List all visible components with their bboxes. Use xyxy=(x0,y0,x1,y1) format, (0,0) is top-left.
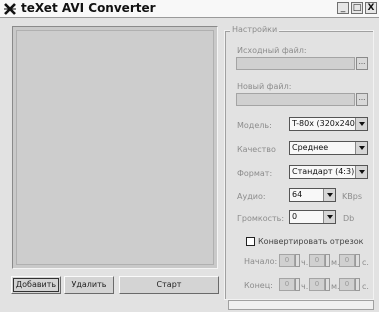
end-minutes-field[interactable]: 0 xyxy=(309,278,325,291)
segment-checkbox[interactable] xyxy=(246,237,255,246)
quality-select[interactable]: Среднее xyxy=(289,141,368,155)
file-list-panel[interactable] xyxy=(12,26,218,269)
audio-unit: KBps xyxy=(342,192,362,201)
delete-button[interactable]: Удалить xyxy=(64,276,114,294)
close-button[interactable]: X xyxy=(365,2,377,14)
source-browse-button[interactable]: ... xyxy=(356,57,368,70)
format-select-value: Стандарт (4:3) xyxy=(292,167,355,176)
end-hours-unit: ч. xyxy=(301,282,309,291)
add-button[interactable]: Добавить xyxy=(11,276,61,294)
new-file-label: Новый файл: xyxy=(237,82,292,91)
segment-end-label: Конец: xyxy=(244,281,273,290)
end-minutes-spinner[interactable] xyxy=(325,278,330,291)
chevron-down-icon[interactable] xyxy=(355,166,367,178)
new-file-field[interactable] xyxy=(236,93,355,106)
start-minutes-field[interactable]: 0 xyxy=(309,254,325,267)
start-seconds-spinner[interactable] xyxy=(355,254,360,267)
start-hours-unit: ч. xyxy=(301,258,309,267)
format-label: Формат: xyxy=(237,169,273,178)
start-hours-field[interactable]: 0 xyxy=(279,254,295,267)
audio-select-value: 64 xyxy=(292,190,303,199)
audio-select[interactable]: 64 xyxy=(289,188,336,202)
model-label: Модель: xyxy=(237,121,272,130)
settings-group-title: Настройки xyxy=(230,25,280,34)
window-title: teXet AVI Converter xyxy=(21,1,156,15)
end-seconds-spinner[interactable] xyxy=(355,278,360,291)
audio-label: Аудио: xyxy=(237,192,266,201)
format-select[interactable]: Стандарт (4:3) xyxy=(289,165,368,179)
progress-bar xyxy=(228,300,374,310)
start-minutes-spinner[interactable] xyxy=(325,254,330,267)
source-file-label: Исходный файл: xyxy=(237,46,307,55)
start-seconds-unit: с. xyxy=(362,258,369,267)
start-button[interactable]: Старт xyxy=(119,276,219,294)
minimize-button[interactable]: _ xyxy=(337,2,349,14)
start-hours-spinner[interactable] xyxy=(295,254,300,267)
app-logo-icon xyxy=(4,3,16,15)
start-seconds-field[interactable]: 0 xyxy=(339,254,355,267)
model-select-value: T-80x (320x240) xyxy=(292,119,359,128)
end-seconds-unit: с. xyxy=(362,282,369,291)
app-window: teXet AVI Converter _ □ X Добавить Удали… xyxy=(0,0,379,312)
volume-unit: Db xyxy=(343,214,355,223)
new-browse-button[interactable]: ... xyxy=(356,93,368,106)
segment-label[interactable]: Конвертировать отрезок xyxy=(258,237,363,246)
end-hours-spinner[interactable] xyxy=(295,278,300,291)
model-select[interactable]: T-80x (320x240) xyxy=(289,117,368,131)
volume-select-value: 0 xyxy=(292,212,298,221)
chevron-down-icon[interactable] xyxy=(355,142,367,154)
file-list-area[interactable] xyxy=(16,30,214,265)
quality-select-value: Среднее xyxy=(292,143,329,152)
maximize-button[interactable]: □ xyxy=(351,2,363,14)
quality-label: Качество xyxy=(237,145,276,154)
chevron-down-icon[interactable] xyxy=(323,211,335,223)
volume-label: Громкость: xyxy=(237,214,285,223)
segment-start-label: Начало: xyxy=(244,257,278,266)
title-bar: teXet AVI Converter _ □ X xyxy=(0,0,379,18)
end-seconds-field[interactable]: 0 xyxy=(339,278,355,291)
end-hours-field[interactable]: 0 xyxy=(279,278,295,291)
chevron-down-icon[interactable] xyxy=(323,189,335,201)
volume-select[interactable]: 0 xyxy=(289,210,336,224)
source-file-field[interactable] xyxy=(236,57,355,70)
chevron-down-icon[interactable] xyxy=(355,118,367,130)
